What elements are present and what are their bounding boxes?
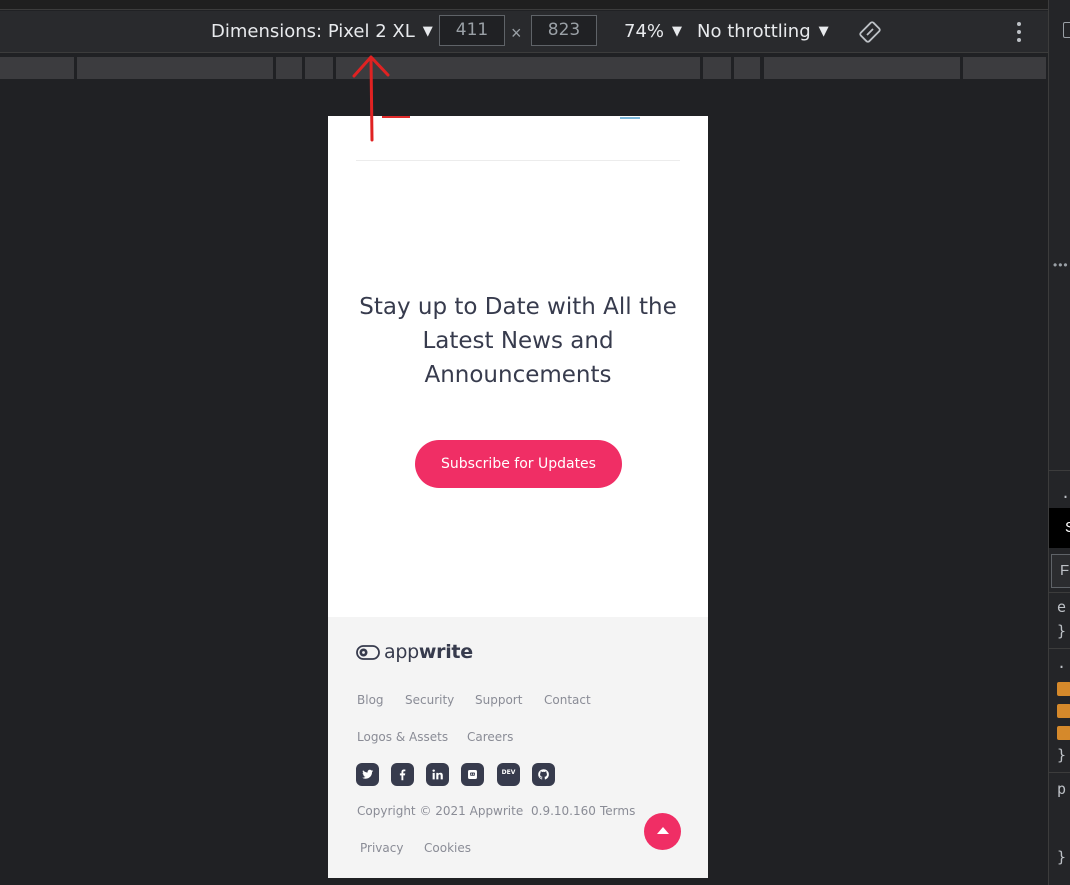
divider [1049,470,1070,471]
headline-line: Announcements [424,362,612,388]
facebook-icon[interactable] [391,763,414,786]
property-checkbox[interactable] [1057,682,1070,696]
device-selector[interactable]: Dimensions: Pixel 2 XL ▼ [211,11,433,53]
throttling-selector[interactable]: No throttling ▼ [697,11,829,53]
logo-text-bold: write [418,641,473,663]
version-text: 0.9.10.160 [531,804,596,818]
height-input[interactable]: 823 [531,15,597,46]
headline-line: Stay up to Date with All the [359,294,677,320]
device-toolbar: Dimensions: Pixel 2 XL ▼ 411 × 823 74% ▼ N… [0,11,1048,53]
media-query-segment[interactable] [734,57,760,79]
dev-icon-text: DEV [501,769,516,776]
device-label: Dimensions: Pixel 2 XL [211,21,415,42]
media-query-segment[interactable] [305,57,333,79]
more-options-icon[interactable] [1014,22,1024,42]
scroll-to-top-button[interactable] [644,813,681,850]
chevron-down-icon: ▼ [422,24,433,39]
subscribe-button[interactable]: Subscribe for Updates [415,440,622,488]
chevron-down-icon: ▼ [672,24,683,39]
footer-link-contact[interactable]: Contact [544,693,591,707]
device-viewport: Stay up to Date with All the Latest News… [328,116,708,878]
footer-link-logos-assets[interactable]: Logos & Assets [357,730,448,744]
media-query-segment[interactable] [276,57,302,79]
footer-link-careers[interactable]: Careers [467,730,513,744]
devtools-side-panel: ••• . S F e } . } p } [1048,0,1070,885]
media-query-segment[interactable] [764,57,960,79]
divider [1049,772,1070,773]
rotate-icon[interactable] [858,20,882,44]
dock-icon[interactable] [1063,22,1070,38]
footer-link-privacy[interactable]: Privacy [360,841,403,855]
filter-input[interactable]: F [1051,554,1070,588]
panel-dot: . [1061,484,1070,502]
dev-icon[interactable]: DEV [497,763,520,786]
divider [1049,648,1070,649]
footer-link-cookies[interactable]: Cookies [424,841,471,855]
twitter-icon[interactable] [356,763,379,786]
logo-wordmark: appwrite [384,641,473,663]
throttling-label: No throttling [697,21,811,42]
appwrite-logo-icon [356,644,380,660]
footer-link-blog[interactable]: Blog [357,693,384,707]
linkedin-icon[interactable] [426,763,449,786]
property-checkbox[interactable] [1057,704,1070,718]
section-divider [356,160,680,161]
annotation-arrow-icon [352,55,390,142]
property-checkbox[interactable] [1057,726,1070,740]
styles-tab[interactable]: S [1049,508,1070,548]
divider [1049,592,1070,593]
css-selector-dot: . [1057,654,1067,672]
width-input[interactable]: 411 [439,15,505,46]
zoom-label: 74% [624,21,665,42]
headline-line: Latest News and [422,328,614,354]
media-query-segment[interactable] [703,57,731,79]
chevron-down-icon: ▼ [818,24,829,39]
github-icon[interactable] [532,763,555,786]
window-top-edge [0,0,1048,10]
logo-text-light: app [384,641,419,663]
footer-link-support[interactable]: Support [475,693,522,707]
site-footer: appwrite Blog Security Support Contact L… [328,617,708,878]
media-query-segment[interactable] [963,57,1046,79]
newsletter-headline: Stay up to Date with All the Latest News… [348,290,688,392]
appwrite-logo[interactable]: appwrite [356,641,473,663]
panel-resizer-icon[interactable]: ••• [1053,258,1069,272]
media-query-segment[interactable] [0,57,74,79]
discord-icon[interactable] [461,763,484,786]
footer-link-terms[interactable]: Terms [600,804,635,818]
copyright-text: Copyright © 2021 Appwrite [357,804,524,818]
dimension-separator: × [511,23,522,43]
footer-link-security[interactable]: Security [405,693,454,707]
css-selector-p: p [1057,780,1067,798]
css-rule-brace: } [1057,746,1067,764]
illustration-fragment [620,116,640,119]
css-rule-text: e [1057,598,1067,616]
media-query-bar [0,54,1048,82]
media-query-segment[interactable] [77,57,273,79]
css-rule-brace: } [1057,848,1067,866]
css-rule-brace: } [1057,622,1067,640]
zoom-selector[interactable]: 74% ▼ [624,11,682,53]
